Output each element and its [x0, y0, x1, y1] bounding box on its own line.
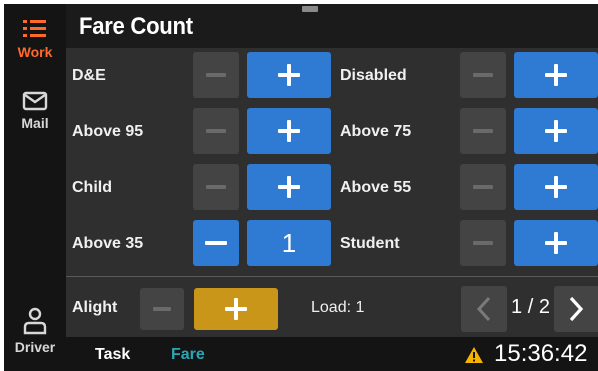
sidebar: Work Mail Driver — [4, 4, 66, 371]
decrement-student-button[interactable] — [460, 220, 506, 266]
increment-above-55-button[interactable] — [514, 164, 598, 210]
increment-above-95-button[interactable] — [247, 108, 331, 154]
minus-icon — [153, 307, 171, 311]
minus-icon — [473, 129, 493, 133]
minus-icon — [206, 185, 226, 189]
tab-fare[interactable]: Fare — [171, 346, 205, 364]
increment-student-button[interactable] — [514, 220, 598, 266]
decrement-above-55-button[interactable] — [460, 164, 506, 210]
previous-page-button[interactable] — [461, 286, 507, 332]
load-indicator: Load: 1 — [311, 299, 365, 316]
warning-icon — [465, 347, 483, 363]
fare-label-above-95: Above 95 — [72, 123, 144, 140]
fare-label-child: Child — [72, 179, 112, 196]
sidebar-item-label: Work — [17, 44, 53, 60]
pull-handle[interactable] — [302, 6, 318, 12]
next-page-button[interactable] — [554, 286, 598, 332]
bottom-bar: Task Fare 15:36:42 — [66, 337, 598, 371]
minus-icon — [473, 185, 493, 189]
decrement-alight-button[interactable] — [140, 288, 184, 330]
clock: 15:36:42 — [494, 340, 588, 367]
plus-icon — [278, 120, 300, 142]
fare-count-above-35: 1 — [281, 227, 297, 258]
plus-icon — [545, 232, 567, 254]
page-title: Fare Count — [79, 13, 193, 40]
plus-icon — [545, 120, 567, 142]
plus-icon — [278, 64, 300, 86]
sidebar-item-label: Driver — [14, 339, 56, 355]
title-bar: Fare Count — [66, 4, 598, 48]
sidebar-item-driver[interactable]: Driver — [4, 307, 66, 355]
decrement-disabled-button[interactable] — [460, 52, 506, 98]
minus-icon — [206, 129, 226, 133]
plus-icon — [225, 298, 247, 320]
fare-label-disabled: Disabled — [340, 67, 407, 84]
person-icon — [23, 307, 47, 335]
decrement-above-75-button[interactable] — [460, 108, 506, 154]
plus-icon — [545, 176, 567, 198]
minus-icon — [473, 73, 493, 77]
alight-label: Alight — [72, 299, 118, 316]
decrement-child-button[interactable] — [193, 164, 239, 210]
fare-label-above-35: Above 35 — [72, 235, 144, 252]
increment-disabled-button[interactable] — [514, 52, 598, 98]
sidebar-item-label: Mail — [21, 115, 49, 131]
tab-task[interactable]: Task — [95, 346, 130, 364]
plus-icon — [278, 176, 300, 198]
increment-alight-button[interactable] — [194, 288, 278, 330]
fare-label-above-55: Above 55 — [340, 179, 412, 196]
increment-above-35-button[interactable]: 1 — [247, 220, 331, 266]
minus-icon — [206, 73, 226, 77]
app-screen: Work Mail Driver Fare Count D&E Disabled — [4, 4, 598, 371]
decrement-d-and-e-button[interactable] — [193, 52, 239, 98]
chevron-right-icon — [569, 296, 584, 322]
decrement-above-35-button[interactable] — [193, 220, 239, 266]
increment-above-75-button[interactable] — [514, 108, 598, 154]
minus-icon — [205, 241, 227, 245]
page-indicator: 1 / 2 — [511, 296, 550, 318]
increment-d-and-e-button[interactable] — [247, 52, 331, 98]
plus-icon — [545, 64, 567, 86]
divider — [66, 276, 598, 277]
minus-icon — [473, 241, 493, 245]
fare-label-d-and-e: D&E — [72, 67, 106, 84]
chevron-left-icon — [476, 296, 491, 322]
increment-child-button[interactable] — [247, 164, 331, 210]
fare-label-student: Student — [340, 235, 400, 252]
sidebar-item-work[interactable]: Work — [4, 18, 66, 60]
decrement-above-95-button[interactable] — [193, 108, 239, 154]
list-icon — [23, 20, 46, 37]
mail-icon — [22, 91, 48, 111]
sidebar-item-mail[interactable]: Mail — [4, 91, 66, 131]
fare-label-above-75: Above 75 — [340, 123, 412, 140]
